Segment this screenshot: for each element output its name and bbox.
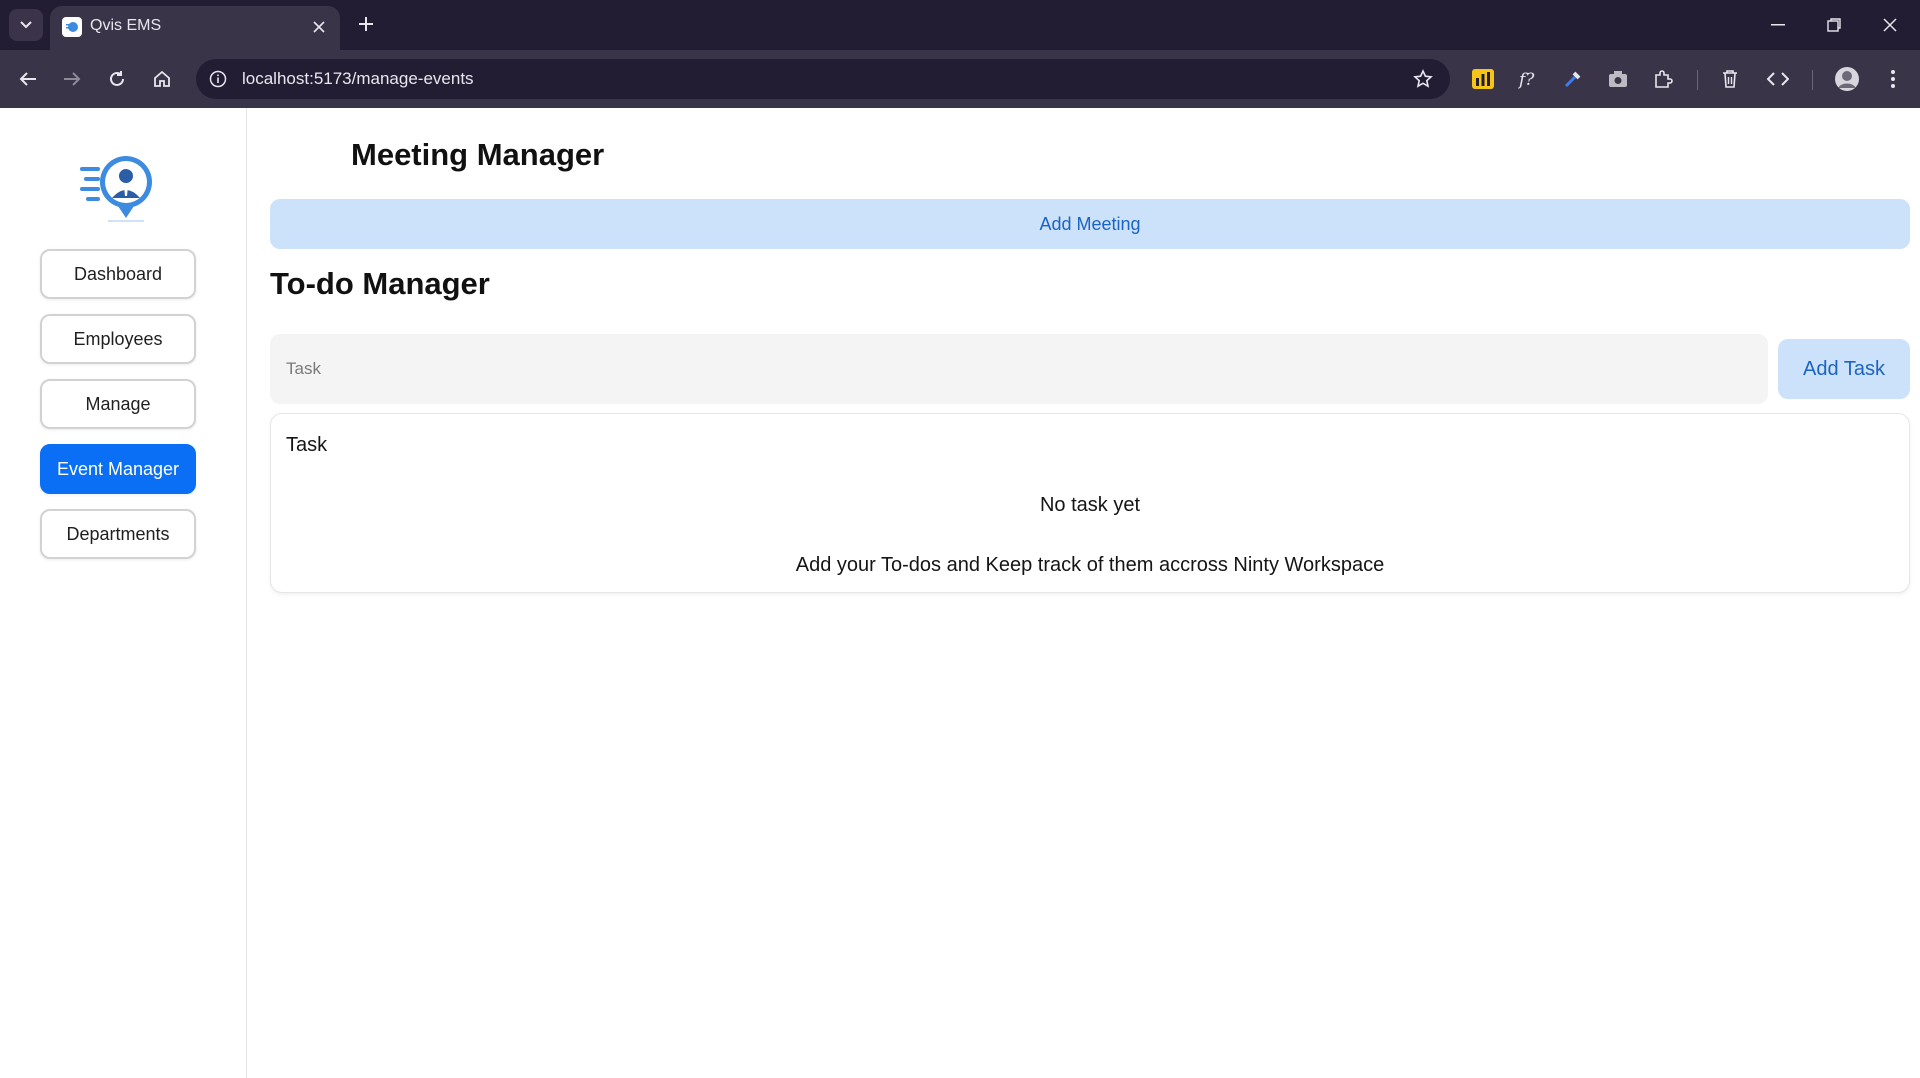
toolbar-divider bbox=[1812, 70, 1813, 90]
empty-state-subtitle: Add your To-dos and Keep track of them a… bbox=[795, 554, 1385, 576]
task-list-card: Task No task yet Add your To-dos and Kee… bbox=[270, 413, 1910, 593]
restore-window-icon[interactable] bbox=[1816, 10, 1852, 40]
sidebar-item-departments[interactable]: Departments bbox=[40, 509, 196, 559]
add-task-button[interactable]: Add Task bbox=[1778, 339, 1910, 399]
sidebar-item-manage[interactable]: Manage bbox=[40, 379, 196, 429]
task-input[interactable] bbox=[270, 334, 1768, 404]
sidebar-item-employees[interactable]: Employees bbox=[40, 314, 196, 364]
reload-icon[interactable] bbox=[101, 63, 133, 95]
site-info-icon[interactable] bbox=[204, 65, 232, 93]
trash-icon[interactable] bbox=[1715, 64, 1745, 94]
svg-text:f?: f? bbox=[1517, 70, 1535, 89]
minimize-window-icon[interactable] bbox=[1760, 10, 1796, 40]
code-brackets-icon[interactable] bbox=[1763, 64, 1793, 94]
sidebar: Dashboard Employees Manage Event Manager… bbox=[0, 108, 247, 1078]
chevron-down-icon bbox=[20, 21, 32, 29]
app-favicon-icon bbox=[62, 17, 82, 37]
forward-arrow-icon[interactable] bbox=[56, 63, 88, 95]
tab-title: Qvis EMS bbox=[90, 17, 162, 34]
bookmark-star-icon[interactable] bbox=[1410, 66, 1436, 92]
sidebar-item-dashboard[interactable]: Dashboard bbox=[40, 249, 196, 299]
task-list-header: Task bbox=[286, 434, 328, 456]
main-content: Meeting Manager Add Meeting To-do Manage… bbox=[248, 108, 1920, 1078]
meeting-manager-heading: Meeting Manager bbox=[351, 137, 605, 172]
app-viewport: Dashboard Employees Manage Event Manager… bbox=[0, 108, 1920, 1078]
sidebar-item-event-manager[interactable]: Event Manager bbox=[40, 444, 196, 494]
profile-avatar-icon[interactable] bbox=[1832, 64, 1862, 94]
address-bar[interactable]: localhost:5173/manage-events bbox=[196, 59, 1450, 99]
browser-tab[interactable]: Qvis EMS bbox=[50, 6, 340, 50]
new-tab-plus-icon[interactable] bbox=[354, 12, 378, 36]
close-tab-icon[interactable] bbox=[308, 16, 330, 38]
empty-state-title: No task yet bbox=[1039, 494, 1141, 516]
back-arrow-icon[interactable] bbox=[12, 63, 44, 95]
browser-menu-kebab-icon[interactable] bbox=[1878, 64, 1908, 94]
browser-tab-strip: Qvis EMS bbox=[0, 0, 1920, 50]
add-meeting-button[interactable]: Add Meeting bbox=[270, 199, 1910, 249]
browser-toolbar: localhost:5173/manage-events f? bbox=[0, 50, 1920, 108]
ems-logo-icon bbox=[78, 152, 158, 224]
screenshot-camera-icon[interactable] bbox=[1603, 64, 1633, 94]
url-text[interactable]: localhost:5173/manage-events bbox=[242, 69, 474, 89]
color-picker-extension-icon[interactable] bbox=[1558, 64, 1588, 94]
tab-search-button[interactable] bbox=[9, 9, 43, 41]
todo-manager-heading: To-do Manager bbox=[270, 266, 490, 301]
toolbar-divider bbox=[1697, 70, 1698, 90]
bar-chart-extension-icon[interactable] bbox=[1468, 64, 1498, 94]
font-finder-extension-icon[interactable]: f? bbox=[1513, 64, 1543, 94]
home-icon[interactable] bbox=[146, 63, 178, 95]
extensions-puzzle-icon[interactable] bbox=[1648, 64, 1678, 94]
close-window-icon[interactable] bbox=[1872, 10, 1908, 40]
